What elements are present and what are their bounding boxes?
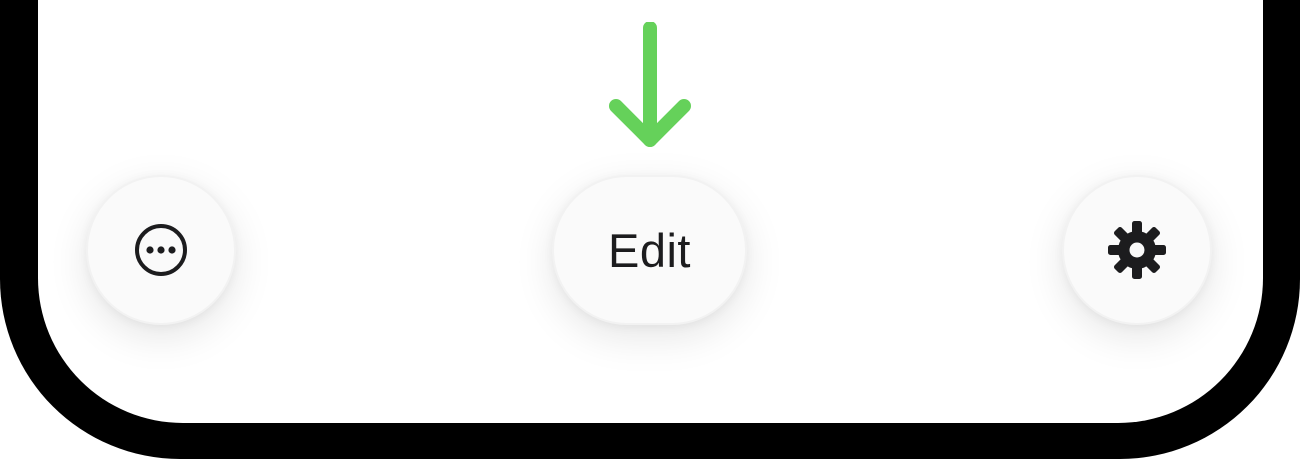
edit-button-label: Edit <box>608 223 691 277</box>
more-button[interactable] <box>86 175 236 325</box>
arrow-down-icon <box>608 21 692 157</box>
gear-icon <box>1105 218 1169 282</box>
settings-button[interactable] <box>1062 175 1212 325</box>
ellipsis-circle-icon <box>133 222 189 278</box>
edit-button[interactable]: Edit <box>552 175 747 325</box>
screen: Edit <box>38 0 1263 423</box>
